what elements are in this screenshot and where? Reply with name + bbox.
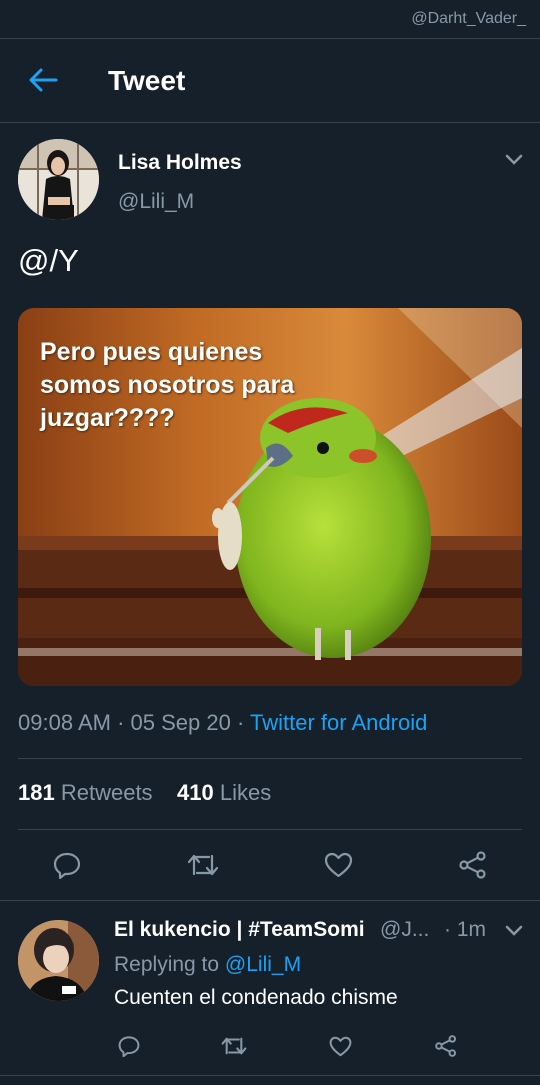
like-icon[interactable] bbox=[329, 1036, 352, 1057]
tweet-meta: 09:08 AM · 05 Sep 20 · Twitter for Andro… bbox=[18, 710, 427, 736]
chevron-down-icon[interactable] bbox=[504, 153, 524, 167]
meta-separator: · bbox=[117, 710, 131, 735]
likes-stat[interactable]: 410 Likes bbox=[177, 780, 271, 805]
reply-icon[interactable] bbox=[53, 851, 81, 879]
tweet-image[interactable]: Pero pues quienes somos nosotros para ju… bbox=[18, 308, 522, 686]
author-avatar[interactable] bbox=[18, 139, 99, 220]
retweet-icon[interactable] bbox=[221, 1035, 247, 1057]
divider bbox=[18, 829, 522, 830]
retweet-icon[interactable] bbox=[187, 852, 219, 878]
author-name[interactable]: Lisa Holmes bbox=[118, 151, 242, 175]
arrow-left-icon[interactable] bbox=[28, 67, 58, 93]
divider bbox=[0, 900, 540, 901]
replying-prefix: Replying to bbox=[114, 953, 225, 976]
likes-label: Likes bbox=[219, 780, 272, 805]
meta-separator: · bbox=[236, 710, 251, 735]
watermark: @Darht_Vader_ bbox=[411, 10, 526, 27]
tweet-stats: 181 Retweets 410 Likes bbox=[18, 780, 271, 806]
top-bar: Tweet bbox=[0, 38, 540, 123]
tweet-date: 05 Sep 20 bbox=[130, 710, 231, 735]
share-icon[interactable] bbox=[434, 1035, 458, 1057]
tweet-source-link[interactable]: Twitter for Android bbox=[250, 710, 427, 735]
like-icon[interactable] bbox=[324, 852, 353, 878]
replying-to-mention[interactable]: @Lili_M bbox=[225, 953, 301, 976]
reply-author-avatar[interactable] bbox=[18, 920, 99, 1001]
likes-count: 410 bbox=[177, 780, 214, 805]
reply-text: Cuenten el condenado chisme bbox=[114, 986, 398, 1009]
replying-to: Replying to @Lili_M bbox=[114, 953, 301, 977]
divider bbox=[0, 1075, 540, 1076]
divider bbox=[18, 758, 522, 759]
reply-author-handle[interactable]: @J... bbox=[380, 918, 429, 942]
reply-author-name[interactable]: El kukencio | #TeamSomi bbox=[114, 918, 365, 942]
image-caption: Pero pues quienes somos nosotros para ju… bbox=[40, 338, 295, 432]
author-handle[interactable]: @Lili_M bbox=[118, 190, 194, 214]
page-title: Tweet bbox=[108, 65, 186, 96]
tweet-time: 09:08 AM bbox=[18, 710, 111, 735]
retweets-count: 181 bbox=[18, 780, 55, 805]
retweets-label: Retweets bbox=[60, 780, 153, 805]
chevron-down-icon[interactable] bbox=[505, 924, 523, 937]
reply-timestamp: · 1m bbox=[444, 918, 486, 941]
retweets-stat[interactable]: 181 Retweets bbox=[18, 780, 153, 805]
tweet-text: @/Y bbox=[18, 243, 79, 278]
share-icon[interactable] bbox=[458, 851, 488, 879]
reply-icon[interactable] bbox=[118, 1035, 140, 1057]
